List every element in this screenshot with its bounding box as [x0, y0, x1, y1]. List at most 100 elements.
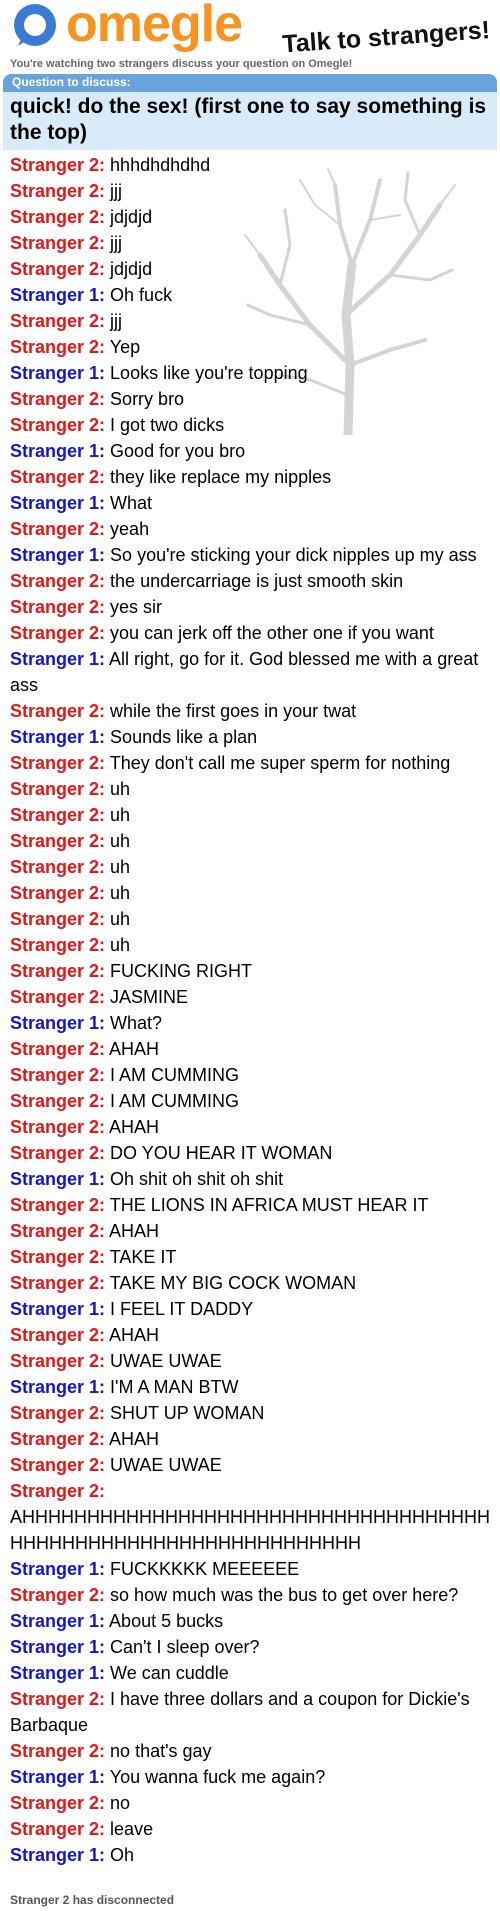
chat-message: Stranger 1: Good for you bro	[10, 438, 492, 464]
chat-message: Stranger 1: Oh shit oh shit oh shit	[10, 1166, 492, 1192]
chat-message: Stranger 1: Can't I sleep over?	[10, 1634, 492, 1660]
stranger-2-label: Stranger 2:	[10, 831, 106, 851]
stranger-2-label: Stranger 2:	[10, 1351, 106, 1371]
message-text: AHAH	[109, 1117, 160, 1137]
chat-message: Stranger 1: All right, go for it. God bl…	[10, 646, 492, 698]
message-text: you can jerk off the other one if you wa…	[110, 623, 434, 643]
stranger-2-label: Stranger 2:	[10, 935, 106, 955]
message-text: no that's gay	[110, 1741, 212, 1761]
message-text: FUCKKKKK MEEEEEE	[110, 1559, 300, 1579]
stranger-2-label: Stranger 2:	[10, 1117, 106, 1137]
stranger-2-label: Stranger 2:	[10, 701, 106, 721]
stranger-2-label: Stranger 2:	[10, 1741, 106, 1761]
stranger-2-label: Stranger 2:	[10, 1221, 106, 1241]
message-text: SHUT UP WOMAN	[110, 1403, 265, 1423]
stranger-1-label: Stranger 1:	[10, 1767, 106, 1787]
message-text: while the first goes in your twat	[110, 701, 357, 721]
message-text: What?	[110, 1013, 163, 1033]
message-text: I got two dicks	[110, 415, 225, 435]
stranger-2-label: Stranger 2:	[10, 597, 106, 617]
chat-message: Stranger 2: SHUT UP WOMAN	[10, 1400, 492, 1426]
chat-message: Stranger 2: I AM CUMMING	[10, 1088, 492, 1114]
message-text: I AM CUMMING	[110, 1065, 240, 1085]
omegle-logo-icon	[14, 4, 56, 46]
message-text: no	[110, 1793, 131, 1813]
stranger-2-label: Stranger 2:	[10, 987, 106, 1007]
chat-message: Stranger 2: jjj	[10, 178, 492, 204]
question-text: quick! do the sex! (first one to say som…	[10, 95, 487, 144]
chat-message: Stranger 2: AHHHHHHHHHHHHHHHHHHHHHHHHHHH…	[10, 1478, 492, 1556]
stranger-1-label: Stranger 1:	[10, 1377, 106, 1397]
message-text: I FEEL IT DADDY	[110, 1299, 254, 1319]
chat-message: Stranger 2: UWAE UWAE	[10, 1348, 492, 1374]
stranger-2-label: Stranger 2:	[10, 259, 106, 279]
question-label: Question to discuss:	[3, 74, 497, 92]
question-box: Question to discuss: quick! do the sex! …	[3, 74, 497, 150]
stranger-2-label: Stranger 2:	[10, 207, 106, 227]
chat-message: Stranger 2: AHAH	[10, 1426, 492, 1452]
stranger-2-label: Stranger 2:	[10, 1065, 106, 1085]
stranger-1-label: Stranger 1:	[10, 727, 106, 747]
stranger-2-label: Stranger 2:	[10, 857, 106, 877]
chat-message: Stranger 2: uh	[10, 776, 492, 802]
stranger-2-label: Stranger 2:	[10, 415, 106, 435]
stranger-1-label: Stranger 1:	[10, 1663, 106, 1683]
message-text: jjj	[110, 181, 123, 201]
stranger-2-label: Stranger 2:	[10, 1195, 106, 1215]
chat-message: Stranger 2: TAKE MY BIG COCK WOMAN	[10, 1270, 492, 1296]
message-text: AHAH	[109, 1039, 160, 1059]
chat-message: Stranger 2: Yep	[10, 334, 492, 360]
chat-message: Stranger 2: TAKE IT	[10, 1244, 492, 1270]
stranger-2-label: Stranger 2:	[10, 1429, 106, 1449]
stranger-1-label: Stranger 1:	[10, 1611, 106, 1631]
chat-message: Stranger 2: UWAE UWAE	[10, 1452, 492, 1478]
message-text: hhhdhdhdhd	[110, 155, 211, 175]
stranger-2-label: Stranger 2:	[10, 805, 106, 825]
chat-message: Stranger 2: so how much was the bus to g…	[10, 1582, 492, 1608]
chat-message: Stranger 1: Sounds like a plan	[10, 724, 492, 750]
stranger-2-label: Stranger 2:	[10, 779, 106, 799]
chat-message: Stranger 2: leave	[10, 1816, 492, 1842]
message-text: uh	[110, 857, 131, 877]
chat-message: Stranger 1: So you're sticking your dick…	[10, 542, 492, 568]
chat-message: Stranger 2: AHAH	[10, 1114, 492, 1140]
chat-message: Stranger 1: We can cuddle	[10, 1660, 492, 1686]
chat-message: Stranger 1: I FEEL IT DADDY	[10, 1296, 492, 1322]
chat-message: Stranger 2: you can jerk off the other o…	[10, 620, 492, 646]
chat-message: Stranger 2: uh	[10, 802, 492, 828]
stranger-2-label: Stranger 2:	[10, 311, 106, 331]
chat-message: Stranger 2: I have three dollars and a c…	[10, 1686, 492, 1738]
chat-message: Stranger 2: uh	[10, 906, 492, 932]
stranger-1-label: Stranger 1:	[10, 285, 106, 305]
message-text: THE LIONS IN AFRICA MUST HEAR IT	[109, 1195, 429, 1215]
message-text: You wanna fuck me again?	[109, 1767, 326, 1787]
stranger-1-label: Stranger 1:	[10, 1637, 106, 1657]
message-text: UWAE UWAE	[110, 1455, 222, 1475]
message-text: AHAH	[109, 1325, 160, 1345]
message-text: uh	[110, 909, 131, 929]
chat-message: Stranger 2: no	[10, 1790, 492, 1816]
message-text: AHAH	[109, 1221, 160, 1241]
stranger-2-label: Stranger 2:	[10, 1819, 106, 1839]
message-text: jjj	[110, 233, 123, 253]
stranger-2-label: Stranger 2:	[10, 1247, 106, 1267]
message-text: TAKE IT	[109, 1247, 177, 1267]
stranger-1-label: Stranger 1:	[10, 545, 106, 565]
message-text: uh	[110, 831, 131, 851]
message-text: FUCKING RIGHT	[110, 961, 253, 981]
stranger-1-label: Stranger 1:	[10, 441, 106, 461]
stranger-2-label: Stranger 2:	[10, 1455, 106, 1475]
logo-text[interactable]: omegle	[66, 0, 243, 54]
stranger-2-label: Stranger 2:	[10, 1273, 106, 1293]
message-text: Yep	[109, 337, 141, 357]
chat-message: Stranger 1: Oh fuck	[10, 282, 492, 308]
watching-notice: You're watching two strangers discuss yo…	[10, 58, 353, 70]
message-text: TAKE MY BIG COCK WOMAN	[109, 1273, 357, 1293]
stranger-2-label: Stranger 2:	[10, 753, 106, 773]
chat-message: Stranger 2: uh	[10, 828, 492, 854]
stranger-2-label: Stranger 2:	[10, 571, 106, 591]
stranger-1-label: Stranger 1:	[10, 1169, 106, 1189]
stranger-2-label: Stranger 2:	[10, 1793, 106, 1813]
chat-message: Stranger 2: AHAH	[10, 1322, 492, 1348]
message-text: So you're sticking your dick nipples up …	[110, 545, 477, 565]
